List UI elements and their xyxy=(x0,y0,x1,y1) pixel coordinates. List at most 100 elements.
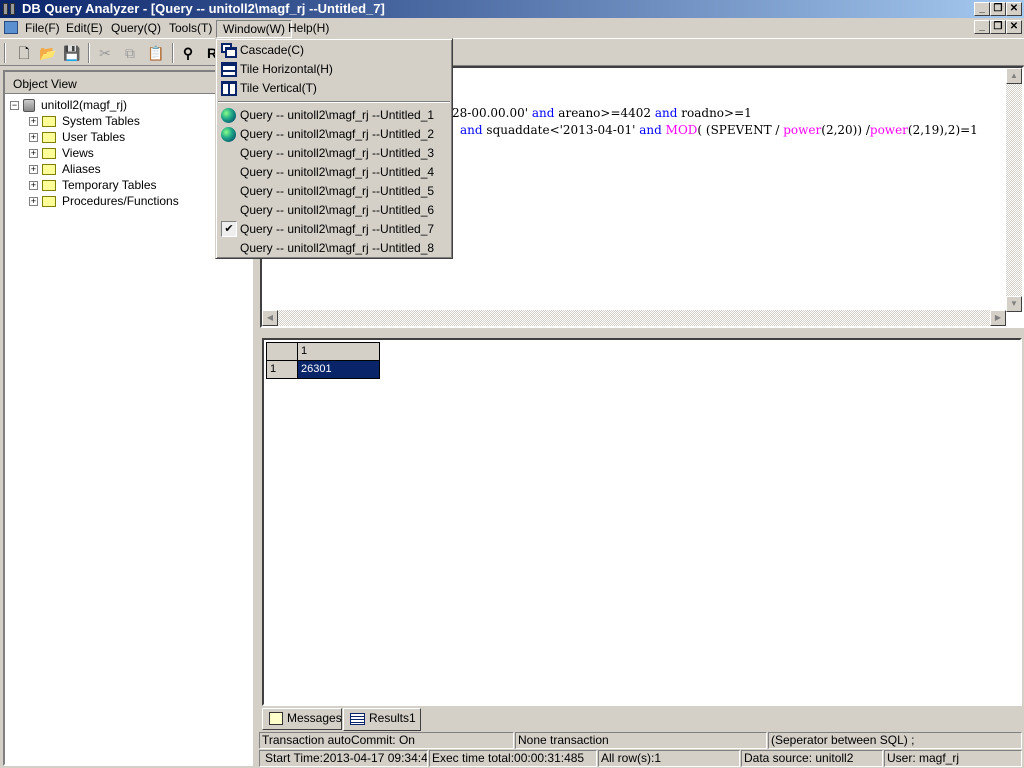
tree-item-procedures-functions[interactable]: + Procedures/Functions xyxy=(29,193,179,209)
scroll-down-icon[interactable]: ▼ xyxy=(1006,296,1022,312)
tree-item-label: Views xyxy=(62,146,94,160)
child-minimize-button[interactable]: _ xyxy=(974,20,990,34)
tree-item-label: User Tables xyxy=(62,130,126,144)
folder-icon xyxy=(42,180,56,192)
code-line-1: 28-00.00.00' and areano>=4402 and roadno… xyxy=(452,106,752,120)
menu-bar: File(F) Edit(E) Query(Q) Tools(T) Window… xyxy=(0,18,1024,38)
scroll-right-icon[interactable]: ▶ xyxy=(990,310,1006,326)
toolbar-grip xyxy=(4,43,6,63)
toolbar: 🗋 📂 💾 ✂ ⧉ 📋 ⚲ R xyxy=(0,38,1024,66)
menu-item-window-1[interactable]: Query -- unitoll2\magf_rj --Untitled_1 xyxy=(218,106,450,125)
tree-root[interactable]: − unitoll2(magf_rj) xyxy=(10,97,127,113)
toolbar-separator xyxy=(172,43,174,63)
status-start-time: Start Time:2013-04-17 09:34:44 xyxy=(259,750,428,767)
window-title: DB Query Analyzer - [Query -- unitoll2\m… xyxy=(22,1,385,16)
tree-item-label: Aliases xyxy=(62,162,101,176)
folder-icon xyxy=(42,132,56,144)
document-icon[interactable] xyxy=(4,21,18,34)
status-separator: (Seperator between SQL) ; xyxy=(768,732,1022,749)
cut-icon[interactable]: ✂ xyxy=(95,43,115,63)
title-bar: DB Query Analyzer - [Query -- unitoll2\m… xyxy=(0,0,1024,18)
new-file-icon[interactable]: 🗋 xyxy=(14,43,34,63)
close-button[interactable]: ✕ xyxy=(1006,2,1022,16)
expand-icon[interactable]: + xyxy=(29,149,38,159)
globe-icon xyxy=(221,127,236,142)
menu-file[interactable]: File(F) xyxy=(19,20,66,38)
toolbar-separator xyxy=(88,43,90,63)
status-transaction: None transaction xyxy=(515,732,767,749)
cascade-icon xyxy=(221,43,237,58)
paste-icon[interactable]: 📋 xyxy=(146,43,166,63)
menu-item-window-7[interactable]: ✔ Query -- unitoll2\magf_rj --Untitled_7 xyxy=(218,220,450,239)
tree-item-label: Procedures/Functions xyxy=(62,194,179,208)
tab-results1[interactable]: Results1 xyxy=(343,708,421,731)
tree-item-user-tables[interactable]: + User Tables xyxy=(29,129,125,145)
find-icon[interactable]: ⚲ xyxy=(178,43,198,63)
row-header[interactable]: 1 xyxy=(266,360,298,379)
folder-icon xyxy=(42,148,56,160)
expand-icon[interactable]: + xyxy=(29,133,38,143)
menu-window[interactable]: Window(W) xyxy=(216,20,292,38)
tree-item-aliases[interactable]: + Aliases xyxy=(29,161,101,177)
expand-icon[interactable]: + xyxy=(29,181,38,191)
column-header[interactable]: 1 xyxy=(297,342,380,361)
menu-query[interactable]: Query(Q) xyxy=(105,20,167,38)
menu-item-window-8[interactable]: Query -- unitoll2\magf_rj --Untitled_8 xyxy=(218,239,450,258)
menu-item-window-2[interactable]: Query -- unitoll2\magf_rj --Untitled_2 xyxy=(218,125,450,144)
status-user: User: magf_rj xyxy=(884,750,1022,767)
status-exec-time: Exec time total:00:00:31:485 xyxy=(429,750,597,767)
tree-item-label: System Tables xyxy=(62,114,140,128)
folder-icon xyxy=(42,196,56,208)
menu-edit[interactable]: Edit(E) xyxy=(60,20,109,38)
child-restore-button[interactable]: ❐ xyxy=(990,20,1006,34)
menu-item-window-6[interactable]: Query -- unitoll2\magf_rj --Untitled_6 xyxy=(218,201,450,220)
status-autocommit: Transaction autoCommit: On xyxy=(259,732,514,749)
expand-icon[interactable]: + xyxy=(29,117,38,127)
tree-item-system-tables[interactable]: + System Tables xyxy=(29,113,140,129)
tile-vertical-icon xyxy=(221,81,237,96)
scroll-left-icon[interactable]: ◀ xyxy=(262,310,278,326)
menu-tools[interactable]: Tools(T) xyxy=(163,20,218,38)
app-icon xyxy=(2,2,18,16)
grid-corner-cell[interactable] xyxy=(266,342,298,361)
copy-icon[interactable]: ⧉ xyxy=(120,43,140,63)
checkmark-icon: ✔ xyxy=(221,221,237,237)
menu-separator xyxy=(218,101,450,103)
menu-item-window-5[interactable]: Query -- unitoll2\magf_rj --Untitled_5 xyxy=(218,182,450,201)
database-icon xyxy=(23,99,35,113)
menu-item-window-4[interactable]: Query -- unitoll2\magf_rj --Untitled_4 xyxy=(218,163,450,182)
expand-icon[interactable]: + xyxy=(29,197,38,207)
folder-icon xyxy=(42,164,56,176)
menu-item-window-3[interactable]: Query -- unitoll2\magf_rj --Untitled_3 xyxy=(218,144,450,163)
expand-icon[interactable]: + xyxy=(29,165,38,175)
save-icon[interactable]: 💾 xyxy=(62,43,82,63)
folder-icon xyxy=(42,116,56,128)
globe-icon xyxy=(221,108,236,123)
tree-item-label: Temporary Tables xyxy=(62,178,157,192)
menu-item-tile-horizontal[interactable]: Tile Horizontal(H) xyxy=(218,60,450,79)
editor-horizontal-scrollbar[interactable]: ◀ ▶ xyxy=(262,310,1006,326)
menu-item-tile-vertical[interactable]: Tile Vertical(T) xyxy=(218,79,450,98)
tab-messages[interactable]: Messages xyxy=(262,708,342,730)
tree-root-label: unitoll2(magf_rj) xyxy=(41,98,128,112)
menu-help[interactable]: Help(H) xyxy=(282,20,335,38)
messages-icon xyxy=(269,712,283,726)
child-close-button[interactable]: ✕ xyxy=(1006,20,1022,34)
status-data-source: Data source: unitoll2 xyxy=(741,750,883,767)
result-cell[interactable]: 26301 xyxy=(297,360,380,379)
open-folder-icon[interactable]: 📂 xyxy=(38,43,58,63)
menu-item-cascade[interactable]: Cascade(C) xyxy=(218,41,450,60)
collapse-icon[interactable]: − xyxy=(10,101,19,111)
editor-vertical-scrollbar[interactable]: ▲ ▼ xyxy=(1006,68,1022,312)
scroll-up-icon[interactable]: ▲ xyxy=(1006,68,1022,84)
code-line-2: and squaddate<'2013-04-01' and MOD( (SPE… xyxy=(460,123,978,137)
minimize-button[interactable]: _ xyxy=(974,2,990,16)
status-row-count: All row(s):1 xyxy=(598,750,740,767)
results-grid: 1 1 26301 xyxy=(262,338,1022,706)
restore-button[interactable]: ❐ xyxy=(990,2,1006,16)
tile-horizontal-icon xyxy=(221,62,237,77)
grid-icon xyxy=(350,712,365,725)
tree-item-temporary-tables[interactable]: + Temporary Tables xyxy=(29,177,157,193)
tree-item-views[interactable]: + Views xyxy=(29,145,94,161)
window-menu-dropdown: Cascade(C) Tile Horizontal(H) Tile Verti… xyxy=(215,38,453,259)
